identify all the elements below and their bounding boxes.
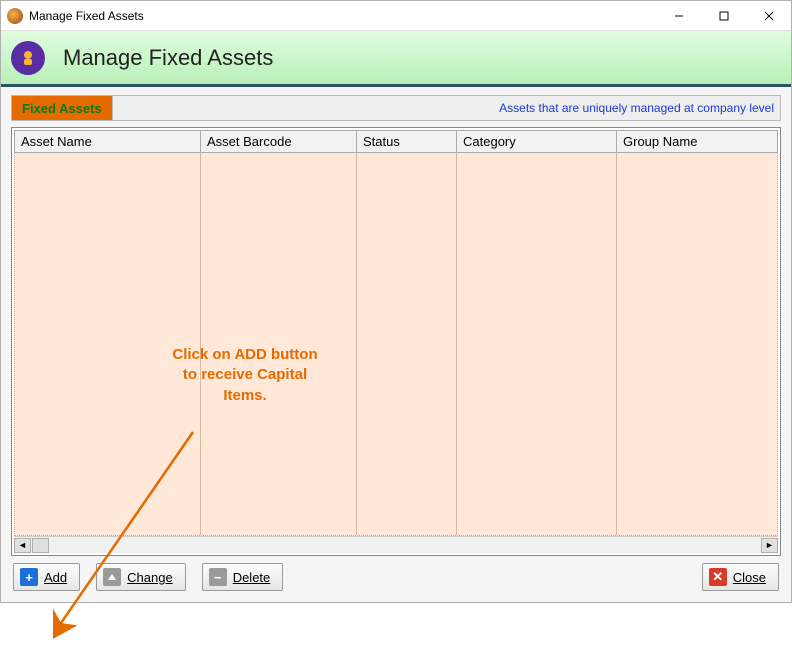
grid-col bbox=[617, 153, 777, 535]
col-asset-name[interactable]: Asset Name bbox=[15, 131, 201, 153]
grid-header-row: Asset Name Asset Barcode Status Category… bbox=[15, 131, 778, 153]
grid-col bbox=[357, 153, 457, 535]
titlebar: Manage Fixed Assets bbox=[1, 1, 791, 31]
grid-header: Asset Name Asset Barcode Status Category… bbox=[14, 130, 778, 153]
change-button-label: Change bbox=[127, 570, 173, 585]
close-icon bbox=[764, 11, 774, 21]
tab-label: Fixed Assets bbox=[22, 101, 102, 116]
minimize-icon bbox=[674, 11, 684, 21]
page-title: Manage Fixed Assets bbox=[63, 45, 273, 71]
add-button-label: Add bbox=[44, 570, 67, 585]
col-group-name[interactable]: Group Name bbox=[617, 131, 778, 153]
scroll-left-button[interactable]: ◄ bbox=[14, 538, 31, 553]
content-area: Fixed Assets Assets that are uniquely ma… bbox=[1, 87, 791, 602]
close-window-button[interactable] bbox=[746, 2, 791, 30]
delete-button[interactable]: − Delete bbox=[202, 563, 284, 591]
change-button[interactable]: Change bbox=[96, 563, 186, 591]
app-icon bbox=[7, 8, 23, 24]
delete-button-label: Delete bbox=[233, 570, 271, 585]
add-button[interactable]: + Add bbox=[13, 563, 80, 591]
button-row: + Add Change − Delete ✕ Close bbox=[11, 556, 781, 602]
asset-grid: Asset Name Asset Barcode Status Category… bbox=[11, 127, 781, 556]
logo-icon bbox=[18, 48, 38, 68]
col-asset-barcode[interactable]: Asset Barcode bbox=[201, 131, 357, 153]
app-logo bbox=[11, 41, 45, 75]
tab-bar: Fixed Assets Assets that are uniquely ma… bbox=[11, 95, 781, 121]
horizontal-scrollbar[interactable]: ◄ ► bbox=[14, 536, 778, 553]
close-button-label: Close bbox=[733, 570, 766, 585]
grid-col bbox=[15, 153, 201, 535]
maximize-icon bbox=[719, 11, 729, 21]
minimize-button[interactable] bbox=[656, 2, 701, 30]
tab-fixed-assets[interactable]: Fixed Assets bbox=[12, 96, 113, 120]
header-banner: Manage Fixed Assets bbox=[1, 31, 791, 87]
maximize-button[interactable] bbox=[701, 2, 746, 30]
window: Manage Fixed Assets Manage Fixed Assets … bbox=[0, 0, 792, 603]
minus-icon: − bbox=[209, 568, 227, 586]
scroll-right-button[interactable]: ► bbox=[761, 538, 778, 553]
change-icon bbox=[103, 568, 121, 586]
grid-col bbox=[457, 153, 617, 535]
col-category[interactable]: Category bbox=[457, 131, 617, 153]
tab-hint: Assets that are uniquely managed at comp… bbox=[493, 96, 780, 120]
grid-col bbox=[201, 153, 357, 535]
close-button[interactable]: ✕ Close bbox=[702, 563, 779, 591]
close-x-icon: ✕ bbox=[709, 568, 727, 586]
window-title: Manage Fixed Assets bbox=[29, 9, 144, 23]
scroll-thumb[interactable] bbox=[32, 538, 49, 553]
plus-icon: + bbox=[20, 568, 38, 586]
col-status[interactable]: Status bbox=[357, 131, 457, 153]
grid-body[interactable] bbox=[14, 153, 778, 536]
